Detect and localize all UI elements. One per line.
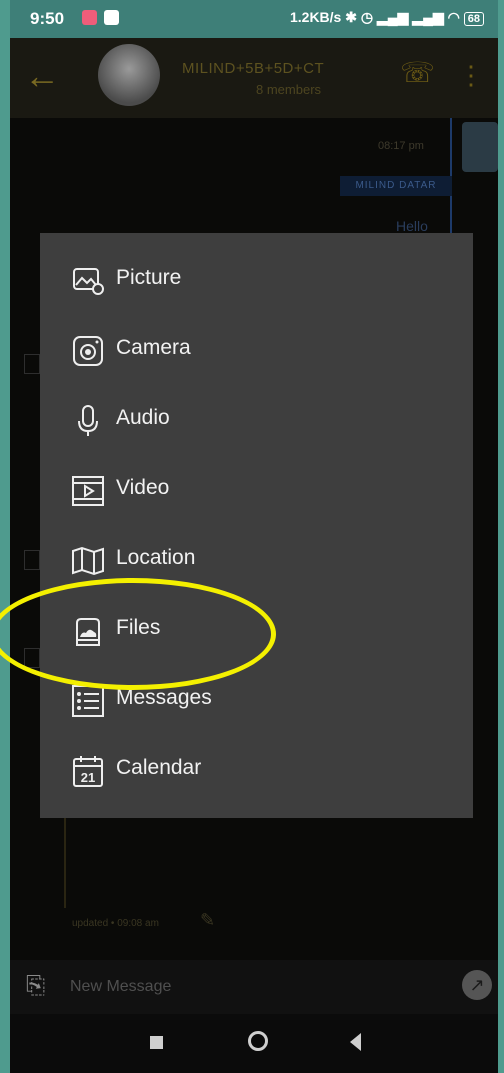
more-vert-icon[interactable]: ⋮ bbox=[458, 60, 484, 91]
status-time: 9:50 bbox=[30, 9, 65, 28]
status-bar: 9:50 1.2KB/s ✱ ◷ ▂▄▆ ▂▄▆ ◠ 68 bbox=[10, 0, 498, 38]
pencil-icon[interactable]: ✎ bbox=[200, 910, 215, 931]
message-text: Hello bbox=[396, 218, 428, 234]
battery-indicator: 68 bbox=[463, 12, 484, 26]
updated-label: updated • 09:08 am bbox=[72, 918, 159, 929]
upload-notification-icon bbox=[104, 10, 119, 25]
menu-item-label: Video bbox=[116, 476, 170, 499]
highlight-ellipse bbox=[0, 578, 276, 690]
menu-item-calendar[interactable]: 21 Calendar bbox=[40, 741, 473, 801]
menu-item-label: Camera bbox=[116, 336, 191, 359]
phone-call-icon[interactable]: ☏ bbox=[400, 56, 435, 89]
camera-icon bbox=[73, 336, 103, 366]
new-message-input[interactable] bbox=[68, 972, 432, 1002]
group-avatar[interactable] bbox=[98, 44, 160, 106]
notification-icon bbox=[82, 10, 97, 25]
send-arrow-icon[interactable]: ↗ bbox=[462, 970, 492, 1000]
recents-button[interactable] bbox=[150, 1036, 163, 1049]
menu-item-picture[interactable]: Picture bbox=[40, 251, 473, 311]
calendar-icon: 21 bbox=[73, 756, 103, 787]
menu-item-label: Calendar bbox=[116, 756, 202, 779]
message-input-bar: ⎘ ↗ bbox=[10, 960, 498, 1014]
menu-item-label: Picture bbox=[116, 266, 182, 289]
map-icon bbox=[72, 546, 104, 576]
back-arrow-icon[interactable]: ← bbox=[24, 56, 60, 96]
microphone-icon bbox=[78, 405, 98, 436]
picture-icon bbox=[73, 268, 104, 295]
status-icons: ✱ ◷ ▂▄▆ ▂▄▆ ◠ bbox=[345, 9, 464, 25]
group-member-count: 8 members bbox=[256, 82, 322, 97]
attach-clip-icon[interactable]: ⎘ bbox=[26, 972, 45, 1000]
select-checkbox[interactable] bbox=[24, 354, 40, 374]
menu-item-video[interactable]: Video bbox=[40, 461, 473, 521]
menu-item-label: Audio bbox=[116, 406, 170, 429]
left-edge bbox=[0, 0, 10, 1073]
app-screen: 9:50 1.2KB/s ✱ ◷ ▂▄▆ ▂▄▆ ◠ 68 ← MILIND+5… bbox=[0, 0, 504, 1073]
network-speed: 1.2KB/s bbox=[289, 9, 342, 25]
right-edge bbox=[498, 0, 504, 1073]
sender-tag: MILIND DATAR bbox=[340, 176, 452, 196]
home-button[interactable] bbox=[248, 1031, 268, 1051]
select-checkbox[interactable] bbox=[24, 550, 40, 570]
message-time: 08:17 pm bbox=[378, 140, 424, 152]
menu-item-audio[interactable]: Audio bbox=[40, 391, 473, 451]
calendar-icon-number: 21 bbox=[81, 770, 95, 785]
group-title[interactable]: MILIND+5B+5D+CT bbox=[182, 60, 324, 77]
attach-menu: Picture Camera Audio Video Location File… bbox=[40, 233, 473, 818]
menu-item-label: Location bbox=[116, 546, 196, 569]
app-bar: ← MILIND+5B+5D+CT 8 members ☏ ⋮ bbox=[10, 38, 498, 118]
status-right: 1.2KB/s ✱ ◷ ▂▄▆ ▂▄▆ ◠ 68 bbox=[290, 9, 484, 26]
menu-item-camera[interactable]: Camera bbox=[40, 321, 473, 381]
message-thumbnail[interactable] bbox=[462, 122, 498, 172]
video-icon bbox=[72, 476, 104, 506]
system-nav-bar bbox=[10, 1014, 498, 1073]
back-button[interactable] bbox=[350, 1033, 361, 1051]
